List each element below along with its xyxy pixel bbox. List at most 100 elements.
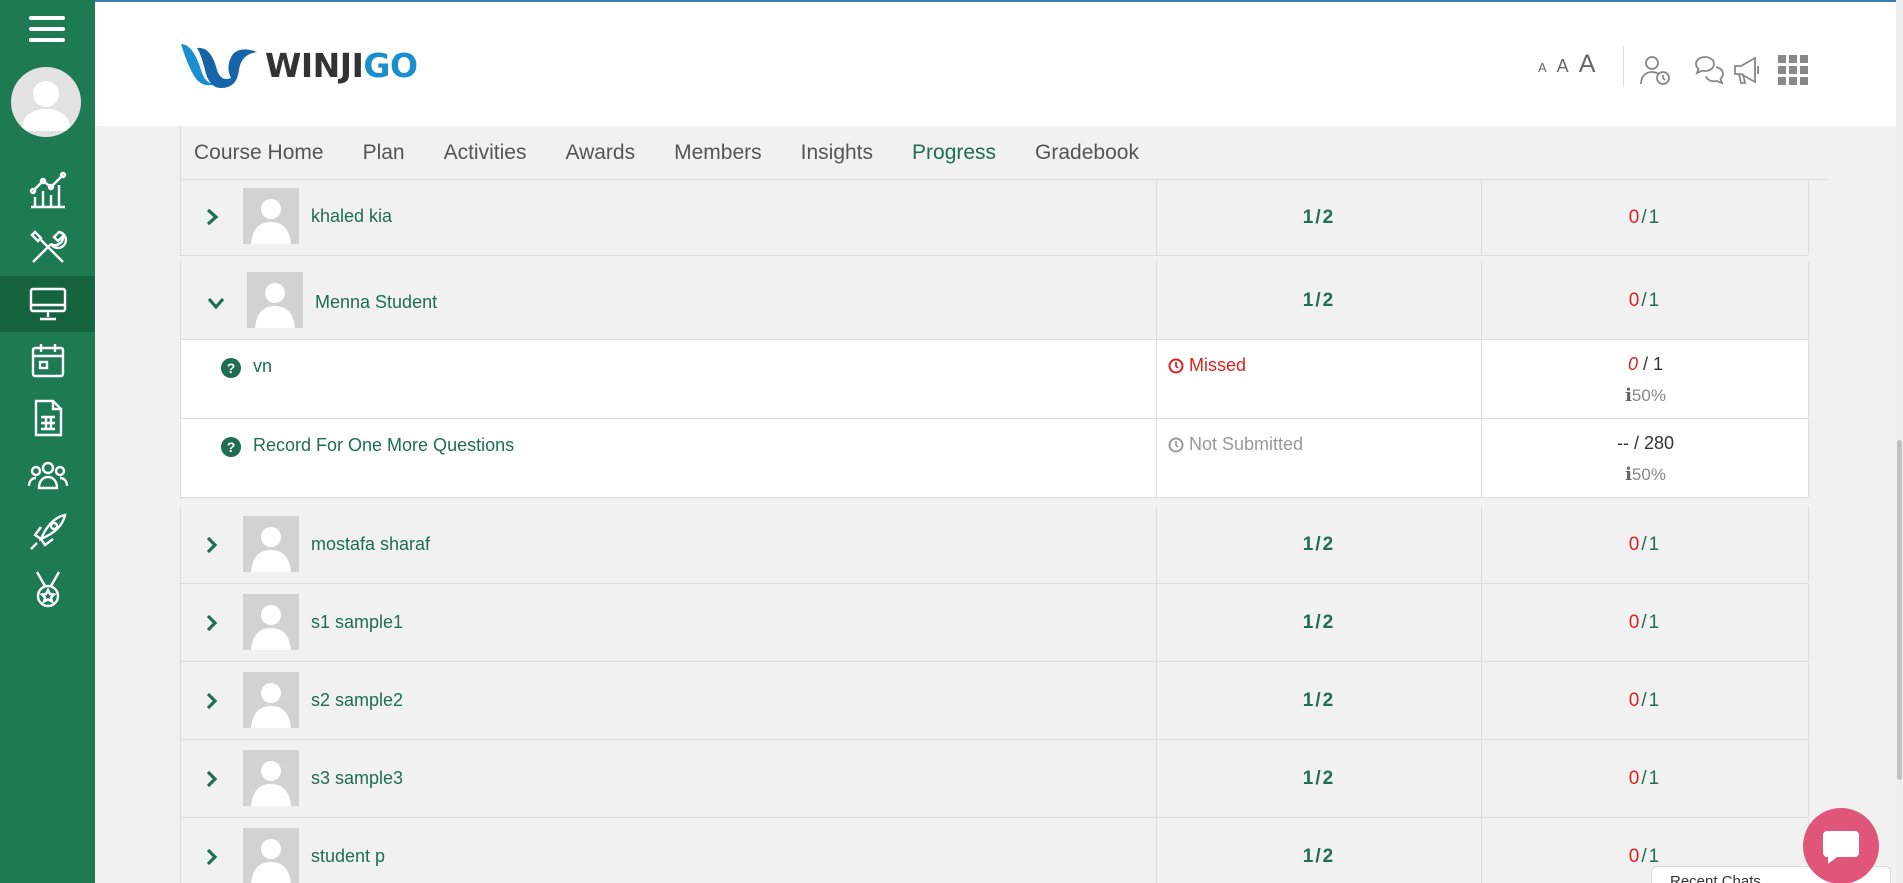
- chevron-right-icon[interactable]: [201, 690, 223, 712]
- top-header: WINJIGO A A A: [95, 0, 1896, 126]
- student-cell: student p: [181, 818, 1157, 883]
- completion-value: 1/2: [1302, 689, 1336, 711]
- activity-row[interactable]: ? Record For One More Questions Not Subm…: [180, 419, 1809, 498]
- activity-name[interactable]: Record For One More Questions: [253, 435, 514, 456]
- tab-awards[interactable]: Awards: [553, 141, 647, 165]
- student-name[interactable]: s3 sample3: [311, 768, 403, 789]
- course-content: Course Home Plan Activities Awards Membe…: [180, 126, 1828, 883]
- font-medium-button[interactable]: A: [1557, 56, 1569, 77]
- question-icon: ?: [221, 358, 241, 378]
- student-name[interactable]: Menna Student: [315, 292, 437, 313]
- avatar: [243, 750, 299, 806]
- student-row[interactable]: student p 1/2 0/1: [180, 818, 1809, 883]
- clock-icon: [1168, 358, 1184, 373]
- hamburger-menu-icon[interactable]: [29, 16, 65, 46]
- tab-progress[interactable]: Progress: [900, 141, 1008, 165]
- status-cell: Missed: [1157, 340, 1482, 418]
- members-icon[interactable]: [0, 447, 95, 503]
- question-icon: ?: [221, 437, 241, 457]
- megaphone-icon[interactable]: [1731, 54, 1763, 86]
- score-cell: 0/1: [1482, 262, 1809, 339]
- completion-value: 1/2: [1302, 289, 1336, 311]
- analytics-icon[interactable]: [0, 162, 95, 218]
- tab-activities[interactable]: Activities: [432, 141, 539, 165]
- chevron-right-icon[interactable]: [201, 768, 223, 790]
- score-cell: 0/1: [1482, 662, 1809, 739]
- student-cell: s3 sample3: [181, 740, 1157, 817]
- score-value: 0/1: [1628, 689, 1662, 711]
- info-icon: i: [1625, 385, 1632, 406]
- avatar: [247, 272, 303, 328]
- completion-value: 1/2: [1302, 845, 1336, 867]
- student-name[interactable]: student p: [311, 846, 385, 867]
- chevron-down-icon[interactable]: [205, 292, 227, 314]
- student-row[interactable]: s2 sample2 1/2 0/1: [180, 662, 1809, 740]
- completion-cell: 1/2: [1157, 180, 1482, 255]
- font-small-button[interactable]: A: [1538, 60, 1547, 75]
- chat-bubbles-icon[interactable]: [1693, 54, 1725, 86]
- tab-course-home[interactable]: Course Home: [181, 141, 336, 165]
- score-cell: -- / 280 i50%: [1482, 419, 1809, 497]
- student-row-expanded[interactable]: Menna Student 1/2 0/1: [180, 262, 1809, 340]
- tools-icon[interactable]: [0, 219, 95, 275]
- completion-cell: 1/2: [1157, 262, 1482, 339]
- completion-cell: 1/2: [1157, 662, 1482, 739]
- student-cell: s1 sample1: [181, 584, 1157, 661]
- calendar-icon[interactable]: [0, 333, 95, 389]
- chevron-right-icon[interactable]: [201, 206, 223, 228]
- user-avatar[interactable]: [11, 67, 81, 137]
- student-cell: Menna Student: [181, 262, 1157, 339]
- avatar: [243, 828, 299, 883]
- winjigo-logo[interactable]: WINJIGO: [179, 40, 418, 90]
- status-cell: Not Submitted: [1157, 419, 1482, 497]
- student-cell: s2 sample2: [181, 662, 1157, 739]
- scrollbar-thumb[interactable]: [1897, 440, 1902, 780]
- score-value: 0/1: [1628, 767, 1662, 789]
- activity-name[interactable]: vn: [253, 356, 272, 377]
- student-row[interactable]: s3 sample3 1/2 0/1: [180, 740, 1809, 818]
- avatar: [243, 188, 299, 244]
- student-row[interactable]: khaled kia 1/2 0/1: [180, 180, 1809, 256]
- student-name[interactable]: s2 sample2: [311, 690, 403, 711]
- chevron-right-icon[interactable]: [201, 612, 223, 634]
- completion-value: 1/2: [1302, 767, 1336, 789]
- chevron-right-icon[interactable]: [201, 534, 223, 556]
- tab-insights[interactable]: Insights: [789, 141, 885, 165]
- rocket-icon[interactable]: [0, 504, 95, 560]
- chat-bubble-icon: [1823, 831, 1859, 864]
- avatar: [243, 516, 299, 572]
- page-scrollbar[interactable]: [1896, 0, 1903, 883]
- avatar: [243, 594, 299, 650]
- student-row[interactable]: s1 sample1 1/2 0/1: [180, 584, 1809, 662]
- completion-value: 1/2: [1302, 206, 1336, 228]
- score-value: 0/1: [1628, 289, 1662, 311]
- font-large-button[interactable]: A: [1579, 50, 1596, 79]
- activity-weight[interactable]: i50%: [1482, 464, 1809, 485]
- score-cell: 0/1: [1482, 584, 1809, 661]
- logo-text: WINJIGO: [265, 45, 418, 85]
- report-icon[interactable]: [0, 390, 95, 446]
- tab-plan[interactable]: Plan: [351, 141, 417, 165]
- course-tabs: Course Home Plan Activities Awards Membe…: [180, 126, 1828, 180]
- activity-row[interactable]: ? vn Missed 0 / 1 i50%: [180, 340, 1809, 419]
- activity-cell: ? vn: [181, 340, 1157, 418]
- medal-icon[interactable]: [0, 561, 95, 617]
- activity-weight[interactable]: i50%: [1482, 385, 1809, 406]
- tab-members[interactable]: Members: [662, 141, 774, 165]
- score-value: 0/1: [1628, 206, 1662, 228]
- student-cell: mostafa sharaf: [181, 506, 1157, 583]
- apps-grid-icon[interactable]: [1777, 54, 1809, 86]
- chat-button[interactable]: [1803, 808, 1879, 883]
- student-name[interactable]: s1 sample1: [311, 612, 403, 633]
- chevron-right-icon[interactable]: [201, 846, 223, 868]
- completion-cell: 1/2: [1157, 506, 1482, 583]
- completion-value: 1/2: [1302, 533, 1336, 555]
- student-name[interactable]: mostafa sharaf: [311, 534, 430, 555]
- user-clock-icon[interactable]: [1639, 54, 1671, 86]
- tab-gradebook[interactable]: Gradebook: [1023, 141, 1151, 165]
- student-row[interactable]: mostafa sharaf 1/2 0/1: [180, 506, 1809, 584]
- course-monitor-icon[interactable]: [0, 276, 95, 332]
- score-value: 0/1: [1628, 611, 1662, 633]
- student-name[interactable]: khaled kia: [311, 206, 392, 227]
- status-not-submitted: Not Submitted: [1168, 434, 1303, 455]
